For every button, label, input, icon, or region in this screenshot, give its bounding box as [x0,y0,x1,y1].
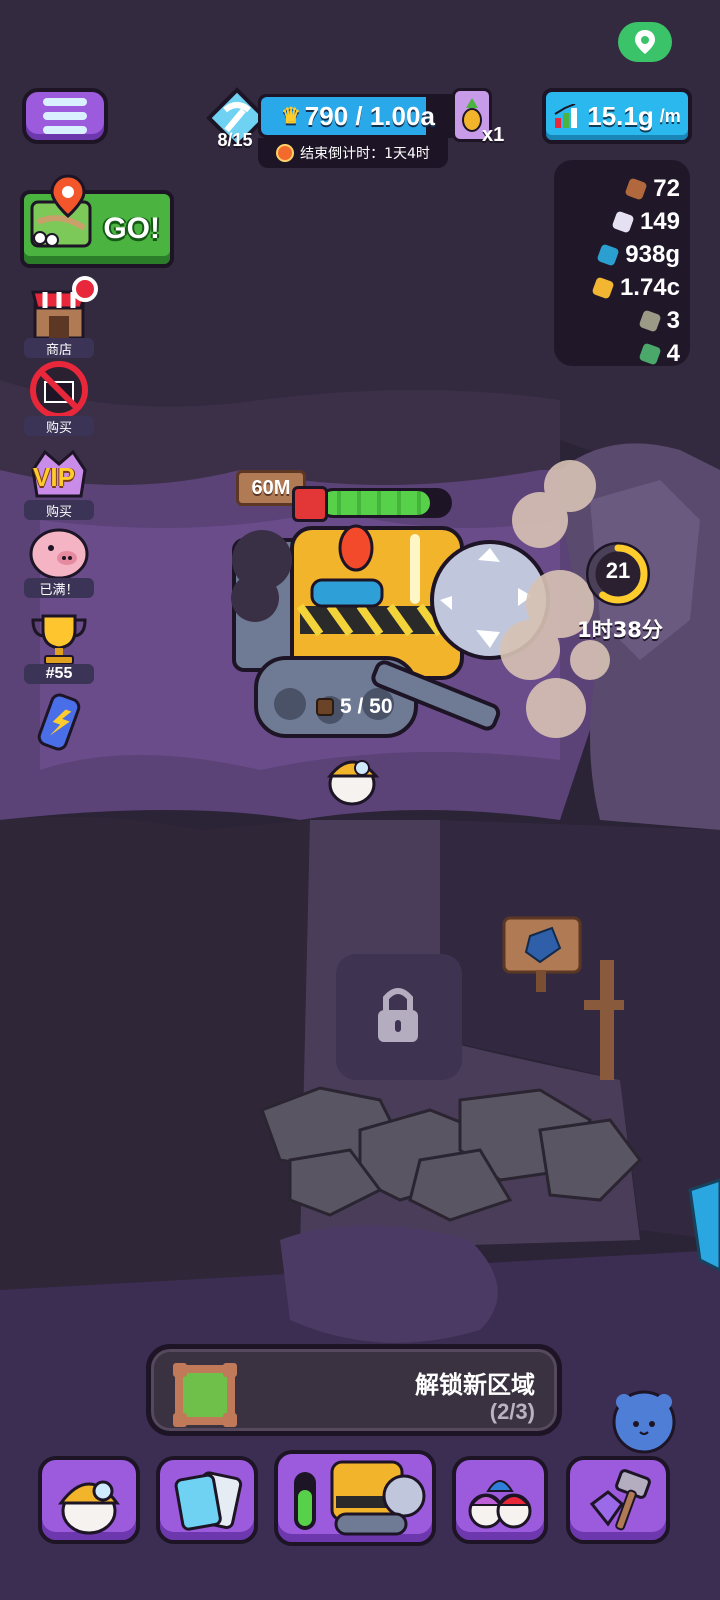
resource-panel[interactable]: 72 149 938g 1.74c 3 4 [554,160,690,366]
go-label: GO! [103,212,160,245]
cargo-bag-icon [316,698,334,716]
resource-value: 938g [625,240,680,268]
event-countdown: 结束倒计时：1天4时 [258,138,448,168]
production-rate-unit: /m [659,105,681,126]
cards-icon [174,1471,243,1531]
lock-icon [376,990,420,1046]
resource-row: 4 [564,337,680,366]
flame-icon [276,144,295,162]
shop-label: 商店 [24,338,94,358]
nav-cards-button[interactable] [156,1456,258,1544]
blue-pet-icon[interactable] [602,1384,686,1454]
resource-value: 72 [653,174,680,202]
no-ads-label: 购买 [24,416,94,436]
silver-ore-icon [611,209,635,234]
resource-row: 938g [564,238,680,271]
vip-crown-icon: VIP [27,444,91,504]
timer-count: 21 [605,558,631,583]
copper-ore-icon [624,176,648,201]
vip-badge: VIP [33,462,75,492]
piggy-bank-button[interactable]: 已满！ [22,522,96,598]
piggy-bank-label: 已满！ [24,578,94,598]
resource-value: 4 [666,339,680,367]
level-label: ♛ 790 / 1.00a [261,97,455,135]
green-ore-icon [638,341,662,366]
no-ads-icon [27,360,91,420]
vip-button[interactable]: VIP 购买 [22,444,96,520]
unlock-title: 解锁新区域 [415,1371,535,1399]
nav-team-button[interactable] [452,1456,548,1544]
resource-value: 149 [639,207,680,235]
pineapple-seed-icon [462,98,482,132]
unlock-progress: (2/3) [489,1399,535,1424]
drill-machine-icon [294,1460,426,1536]
location-button[interactable] [618,22,672,62]
unlock-new-area-banner[interactable]: 解锁新区域 (2/3) [146,1344,562,1436]
leaderboard-button[interactable]: #55 [22,608,96,684]
rank-label: #55 [24,664,94,684]
map-go-button[interactable]: GO! [20,174,174,268]
miner-helmet-icon [58,1480,120,1535]
gold-nugget-icon [591,275,615,300]
main-menu-button[interactable] [22,88,108,144]
level-value: 790 / 1.00a [304,100,435,131]
nav-machine-button[interactable] [274,1450,436,1546]
cargo-capacity: 5 / 50 [316,692,406,722]
resource-value: 1.74c [619,273,680,301]
trophy-icon [27,608,91,668]
miner-character[interactable] [320,750,384,810]
level-progress-bar[interactable]: ♛ 790 / 1.00a [258,94,458,138]
team-helmets-icon [468,1480,532,1529]
location-pin-icon [635,30,655,54]
stone-block-icon [638,308,662,333]
fuel-bar[interactable] [318,488,452,518]
resource-row: 72 [564,172,680,205]
notification-dot [72,276,98,302]
resource-value: 3 [666,306,680,334]
resource-row: 3 [564,304,680,337]
hamburger-line [43,112,87,120]
chart-up-icon [554,104,578,128]
seed-multiplier: x1 [482,124,505,146]
energy-drink-button[interactable] [22,690,96,751]
area-map-icon [173,1363,237,1427]
countdown-text: 结束倒计时：1天4时 [300,146,430,162]
timer-remaining: 1时38分 [577,618,663,642]
production-rate-button[interactable]: 15.1g /m [542,88,692,144]
map-pin-icon [30,174,92,248]
pickaxe-count: 8/15 [217,130,253,150]
shop-button[interactable]: 商店 [22,276,98,358]
no-ads-button[interactable]: 购买 [22,360,96,436]
resource-row: 1.74c [564,271,680,304]
production-rate-value: 15.1g [587,100,654,131]
hamburger-line [43,126,87,134]
cargo-value: 5 / 50 [340,695,393,718]
resource-row: 149 [564,205,680,238]
energy-drink-icon [27,690,91,751]
nav-miners-button[interactable] [38,1456,140,1544]
piggy-bank-icon [27,522,91,582]
ore-signpost[interactable] [502,916,582,992]
blue-gem-icon [596,242,620,267]
nav-upgrade-button[interactable] [566,1456,670,1544]
fuel-can-icon[interactable] [292,486,328,522]
hammer-gem-icon [589,1469,651,1531]
hamburger-menu-icon [43,98,87,106]
crown-icon: ♛ [281,103,301,128]
fuel-fill [321,491,430,515]
